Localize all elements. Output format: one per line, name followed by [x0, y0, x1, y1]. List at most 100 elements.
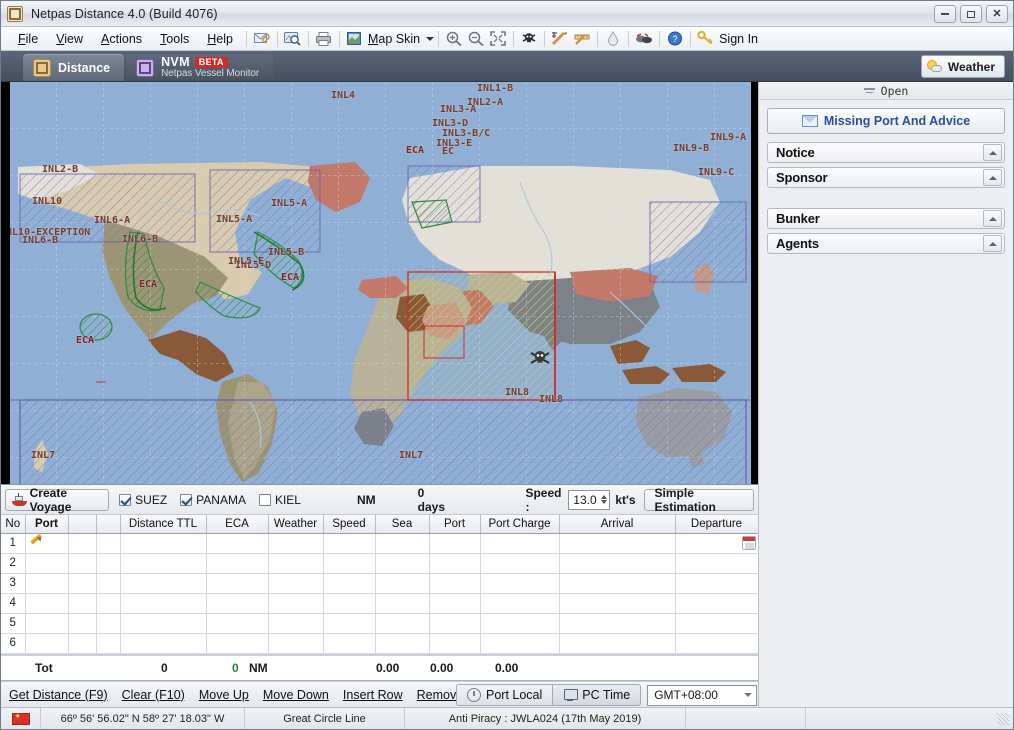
table-row[interactable]: 3 — [1, 573, 758, 594]
menu-view[interactable]: View — [47, 29, 92, 49]
create-voyage-button[interactable]: Create Voyage — [5, 486, 110, 514]
get-distance-link[interactable]: Get Distance (F9) — [9, 688, 108, 702]
cell-distance-ttl[interactable] — [120, 593, 207, 614]
cell-weather[interactable] — [268, 533, 324, 554]
cell-weather[interactable] — [268, 613, 324, 634]
chevron-up-icon[interactable] — [601, 495, 608, 499]
maximize-button[interactable] — [960, 5, 982, 23]
cell-blank-2[interactable] — [96, 533, 121, 554]
cell-port[interactable] — [25, 593, 69, 614]
col-departure[interactable]: Departure — [675, 515, 758, 534]
zoom-in-icon[interactable] — [443, 29, 465, 49]
collapse-notice-icon[interactable] — [983, 144, 1002, 161]
cell-port-charge[interactable] — [480, 593, 560, 614]
cell-departure[interactable] — [675, 553, 758, 574]
cell-speed[interactable] — [323, 593, 376, 614]
piracy-icon[interactable] — [518, 29, 540, 49]
checkbox-panama[interactable]: PANAMA — [180, 493, 246, 507]
col-distance-ttl[interactable]: Distance TTL — [120, 515, 207, 534]
timezone-select[interactable]: GMT+08:00 — [647, 684, 758, 706]
chevron-down-icon[interactable] — [601, 500, 608, 504]
cell-port-charge[interactable] — [480, 613, 560, 634]
cell-departure[interactable] — [675, 613, 758, 634]
cell-port-2[interactable] — [429, 593, 481, 614]
col-blank-1[interactable] — [68, 515, 97, 534]
insert-row-link[interactable]: Insert Row — [343, 688, 403, 702]
ruler-icon[interactable] — [571, 29, 593, 49]
weather-cloud-icon[interactable] — [633, 29, 655, 49]
cell-port-charge[interactable] — [480, 573, 560, 594]
cell-blank-2[interactable] — [96, 593, 121, 614]
sidebar-item-bunker[interactable]: Bunker — [767, 208, 1005, 229]
cell-distance-ttl[interactable] — [120, 613, 207, 634]
sidebar-item-agents[interactable]: Agents — [767, 233, 1005, 254]
cell-eca[interactable] — [206, 553, 269, 574]
zoom-out-icon[interactable] — [465, 29, 487, 49]
cell-speed[interactable] — [323, 573, 376, 594]
minimize-button[interactable] — [934, 5, 956, 23]
speed-value[interactable]: 13.0 — [573, 493, 596, 507]
cell-arrival[interactable] — [559, 613, 676, 634]
cell-blank-1[interactable] — [68, 573, 97, 594]
cell-blank-1[interactable] — [68, 593, 97, 614]
cell-departure[interactable] — [675, 633, 758, 654]
simple-estimation-button[interactable]: Simple Estimation — [643, 486, 754, 514]
col-eca[interactable]: ECA — [206, 515, 269, 534]
col-arrival[interactable]: Arrival — [559, 515, 676, 534]
cell-blank-1[interactable] — [68, 533, 97, 554]
pc-time-toggle[interactable]: PC Time — [553, 684, 642, 706]
cell-arrival[interactable] — [559, 573, 676, 594]
checkbox-panama-box[interactable] — [180, 493, 193, 506]
cell-distance-ttl[interactable] — [120, 633, 207, 654]
cell-blank-1[interactable] — [68, 553, 97, 574]
cell-blank-2[interactable] — [96, 613, 121, 634]
table-row[interactable]: 4 — [1, 593, 758, 614]
checkbox-suez[interactable]: SUEZ — [119, 493, 167, 507]
col-weather[interactable]: Weather — [268, 515, 324, 534]
cell-port[interactable] — [25, 613, 69, 634]
cell-blank-2[interactable] — [96, 553, 121, 574]
cell-arrival[interactable] — [559, 553, 676, 574]
col-port-2[interactable]: Port — [429, 515, 481, 534]
sidebar-item-sponsor[interactable]: Sponsor — [767, 167, 1005, 188]
cell-port[interactable] — [25, 553, 69, 574]
cell-weather[interactable] — [268, 573, 324, 594]
table-row[interactable]: 1 — [1, 533, 758, 554]
cell-sea[interactable] — [375, 633, 430, 654]
col-port[interactable]: Port — [25, 515, 69, 534]
cell-arrival[interactable] — [559, 633, 676, 654]
cell-speed[interactable] — [323, 613, 376, 634]
cell-departure[interactable] — [675, 533, 758, 554]
table-row[interactable]: 5 — [1, 613, 758, 634]
cell-port-2[interactable] — [429, 633, 481, 654]
cell-distance-ttl[interactable] — [120, 573, 207, 594]
cell-port[interactable] — [25, 573, 69, 594]
cell-sea[interactable] — [375, 593, 430, 614]
sign-in-button[interactable]: Sign In — [697, 30, 760, 48]
cell-port-charge[interactable] — [480, 553, 560, 574]
cell-arrival[interactable] — [559, 593, 676, 614]
resize-grip[interactable] — [997, 712, 1009, 725]
missing-port-and-advice-button[interactable]: Missing Port And Advice — [767, 108, 1005, 134]
world-map[interactable]: 0 2817 NM INL2-B INL10 INL10-EXCEPTION I… — [10, 82, 751, 484]
pencil-icon[interactable] — [29, 533, 43, 549]
cell-blank-2[interactable] — [96, 573, 121, 594]
cell-distance-ttl[interactable] — [120, 553, 207, 574]
mail-attachment-icon[interactable] — [251, 29, 273, 49]
cell-port-2[interactable] — [429, 553, 481, 574]
close-button[interactable]: ✕ — [986, 5, 1008, 23]
move-up-link[interactable]: Move Up — [199, 688, 249, 702]
cell-departure[interactable] — [675, 573, 758, 594]
menu-help[interactable]: Help — [198, 29, 242, 49]
cell-sea[interactable] — [375, 613, 430, 634]
cell-arrival[interactable] — [559, 533, 676, 554]
cell-port[interactable] — [25, 533, 69, 554]
measure-tools-icon[interactable] — [549, 29, 571, 49]
sidebar-open-header[interactable]: Open — [759, 82, 1013, 100]
cell-distance-ttl[interactable] — [120, 533, 207, 554]
cell-port-2[interactable] — [429, 613, 481, 634]
port-local-toggle[interactable]: Port Local — [456, 684, 554, 706]
map-container[interactable]: 0 2817 NM INL2-B INL10 INL10-EXCEPTION I… — [1, 82, 758, 485]
col-speed[interactable]: Speed — [323, 515, 376, 534]
cell-speed[interactable] — [323, 633, 376, 654]
